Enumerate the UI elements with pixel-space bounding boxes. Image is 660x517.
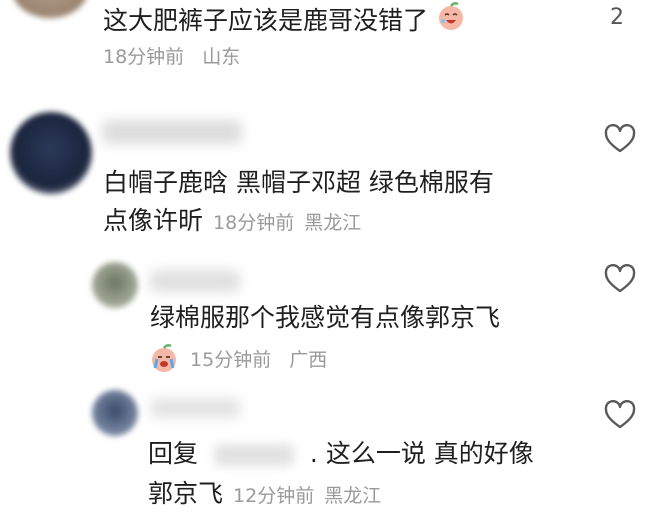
heart-outline-icon[interactable] <box>604 123 636 154</box>
comment-4-line2-text: 郭京飞 <box>148 479 224 508</box>
comment-4-location: 黑龙江 <box>324 485 382 507</box>
comment-2-line2: 点像许昕 18分钟前 黑龙江 <box>103 200 361 244</box>
comment-2-location: 黑龙江 <box>304 212 362 234</box>
reply-prefix: 回复 <box>148 439 199 468</box>
username-3-redacted[interactable] <box>150 270 240 292</box>
username-4-redacted[interactable] <box>150 398 240 418</box>
user-avatar-1[interactable] <box>12 0 88 18</box>
heart-outline-icon[interactable] <box>604 399 636 430</box>
crying-peach-emoji-icon <box>148 343 180 378</box>
laughing-peach-emoji-icon <box>436 1 466 44</box>
comment-4-time: 12分钟前 <box>233 485 315 507</box>
comment-2-time: 18分钟前 <box>213 212 295 234</box>
comment-2-line2-text: 点像许昕 <box>103 206 204 235</box>
comment-1-body: 这大肥裤子应该是鹿哥没错了 <box>103 6 429 35</box>
comment-1-like-count: 2 <box>610 5 624 30</box>
user-avatar-4[interactable] <box>92 390 138 436</box>
comment-4-line1: 回复 . 这么一说 真的好像 <box>148 433 534 475</box>
user-avatar-3[interactable] <box>92 262 138 308</box>
comment-1-location: 山东 <box>202 46 241 68</box>
comment-1-time: 18分钟前 <box>103 46 185 68</box>
comment-4-body-line1: . 这么一说 真的好像 <box>309 439 534 468</box>
comment-3-text: 绿棉服那个我感觉有点像郭京飞 <box>150 303 501 332</box>
comment-3-time: 15分钟前 <box>190 349 272 371</box>
username-2-redacted[interactable] <box>102 120 242 144</box>
comment-1-meta: 18分钟前 山东 <box>103 42 240 69</box>
comment-3-meta: 15分钟前 广西 <box>148 343 327 378</box>
comment-1-text: 这大肥裤子应该是鹿哥没错了 <box>103 0 466 44</box>
user-avatar-2[interactable] <box>10 112 92 194</box>
reply-target-redacted[interactable] <box>213 444 294 466</box>
heart-outline-icon[interactable] <box>604 263 636 294</box>
comment-3-location: 广西 <box>289 349 328 371</box>
comment-2-line1: 白帽子鹿晗 黑帽子邓超 绿色棉服有 <box>103 168 494 197</box>
comment-4-line2: 郭京飞 12分钟前 黑龙江 <box>148 473 381 517</box>
